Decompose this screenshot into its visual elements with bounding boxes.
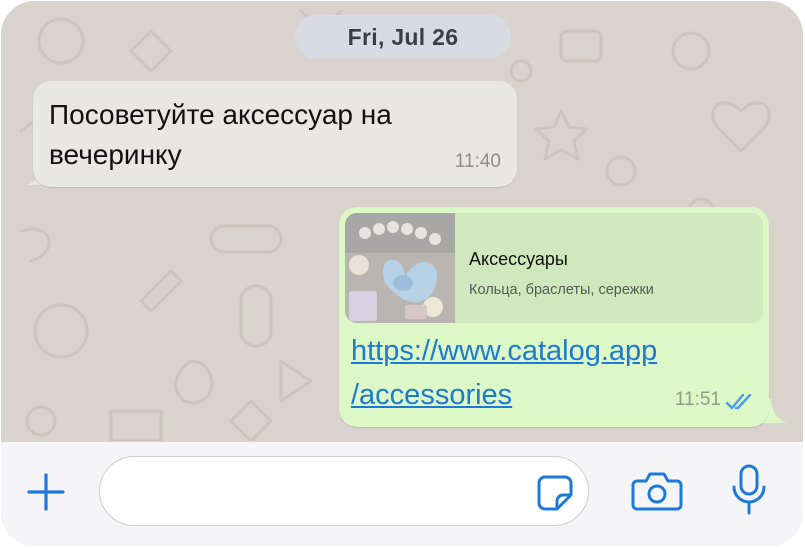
preview-subtitle: Кольца, браслеты, сережки	[469, 282, 654, 298]
message-input[interactable]	[120, 471, 524, 513]
link-line-1[interactable]: https://www.catalog.app	[351, 329, 711, 373]
microphone-icon[interactable]	[729, 463, 769, 517]
outgoing-message[interactable]: Аксессуары Кольца, браслеты, сережки htt…	[339, 207, 769, 427]
double-check-icon	[725, 393, 752, 410]
chat-screen: Fri, Jul 26 Посоветуйте аксессуар на веч…	[1, 1, 803, 546]
message-time: 11:40	[454, 151, 501, 172]
catalog-link[interactable]: https://www.catalog.app /accessories	[351, 329, 711, 417]
message-input-field[interactable]	[99, 456, 589, 526]
plus-icon[interactable]	[26, 472, 66, 512]
preview-thumbnail-image	[345, 213, 455, 323]
message-time: 11:51	[674, 389, 721, 410]
date-separator: Fri, Jul 26	[295, 15, 511, 59]
incoming-message[interactable]: Посоветуйте аксессуар на вечеринку 11:40	[33, 81, 517, 187]
sticker-icon[interactable]	[535, 473, 575, 513]
camera-icon[interactable]	[631, 469, 683, 513]
preview-title: Аксессуары	[469, 249, 568, 269]
link-line-2[interactable]: /accessories	[351, 373, 711, 417]
link-preview-card[interactable]: Аксессуары Кольца, браслеты, сережки	[345, 213, 763, 323]
message-text: Посоветуйте аксессуар на вечеринку	[49, 99, 392, 170]
